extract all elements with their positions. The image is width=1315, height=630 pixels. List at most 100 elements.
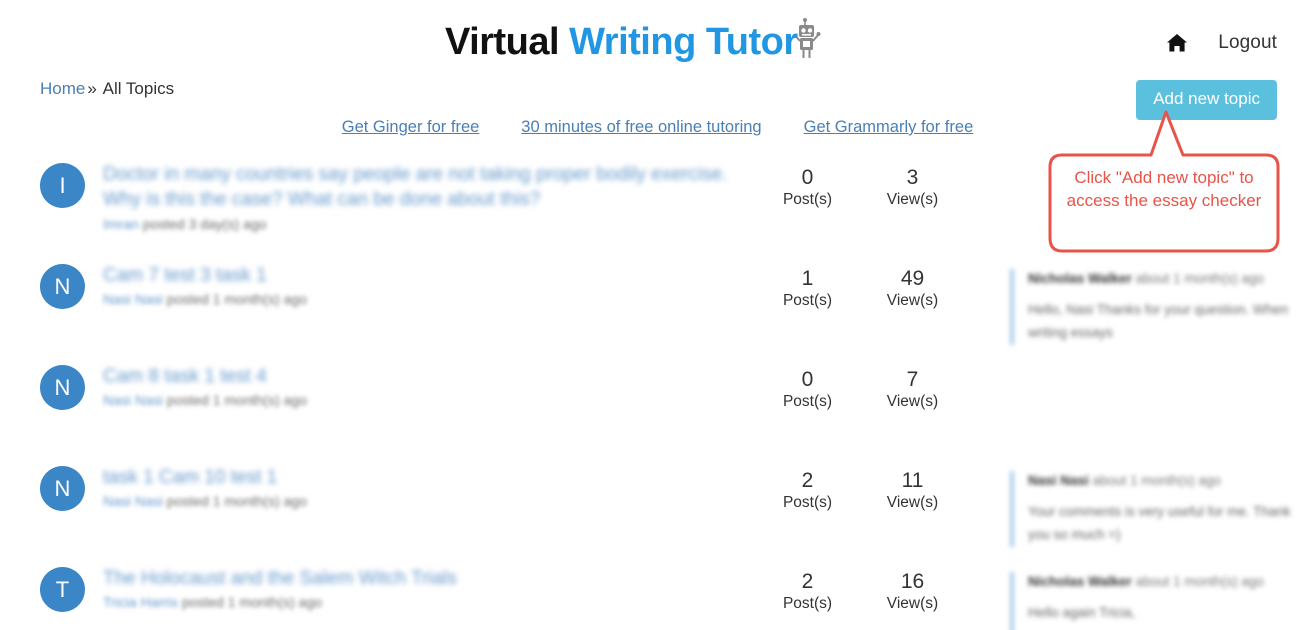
promo-link-ginger[interactable]: Get Ginger for free [342,118,480,137]
comment-head: Nicholas Walker about 1 month(s) ago [1028,269,1305,289]
promo-links-row: Get Ginger for free 30 minutes of free o… [0,118,1315,137]
comment-col: Nasi Nasi about 1 month(s) ago Your comm… [1010,453,1315,547]
post-count-col: 2 Post(s) [755,554,860,615]
view-count-value: 3 [906,166,919,189]
logout-link[interactable]: Logout [1218,32,1277,54]
topic-main: Cam 8 task 1 test 4 Nasi Nasi posted 1 m… [85,352,755,410]
post-count-label: Post(s) [782,191,833,209]
post-count-label: Post(s) [782,494,833,512]
comment-col: Nicholas Walker about 1 month(s) ago Hel… [1010,554,1315,630]
home-icon[interactable] [1166,33,1188,53]
comment-empty [1010,168,1305,169]
site-logo[interactable]: Virtual Writing Tutor [445,18,824,67]
breadcrumb: Home» All Topics [40,79,174,99]
topic-title-link[interactable]: Cam 7 test 3 task 1 [103,263,755,288]
comment-head: Nicholas Walker about 1 month(s) ago [1028,572,1305,592]
avatar: T [40,567,85,612]
view-count-label: View(s) [886,494,939,512]
promo-link-grammarly[interactable]: Get Grammarly for free [804,118,974,137]
comment-empty [1010,370,1305,371]
table-row[interactable]: N Cam 7 test 3 task 1 Nasi Nasi posted 1… [0,251,1315,352]
logo-text-writing-tutor: Writing Tutor [569,21,798,63]
post-count-col: 1 Post(s) [755,251,860,312]
breadcrumb-separator: » [87,79,97,98]
view-count-label: View(s) [886,292,939,310]
promo-link-tutoring[interactable]: 30 minutes of free online tutoring [521,118,761,137]
avatar: N [40,264,85,309]
view-count-col: 7 View(s) [860,352,965,413]
view-count-col: 16 View(s) [860,554,965,615]
post-count-label: Post(s) [782,393,833,411]
comment-preview[interactable]: Nicholas Walker about 1 month(s) ago Hel… [1010,269,1305,345]
comment-author: Nicholas Walker [1028,574,1132,589]
view-count-label: View(s) [886,393,939,411]
topic-title-link[interactable]: task 1 Cam 10 test 1 [103,465,755,490]
view-count-value: 7 [906,368,919,391]
topic-meta: Imran posted 3 day(s) ago [103,215,755,233]
post-count-label: Post(s) [782,595,833,613]
breadcrumb-current: All Topics [102,79,175,98]
topic-author[interactable]: Tricia Harris [103,594,178,610]
topic-author[interactable]: Imran [103,216,139,232]
topic-main: The Holocaust and the Salem Witch Trials… [85,554,755,612]
topic-posted-time: posted 3 day(s) ago [142,215,267,232]
view-count-value: 16 [900,570,925,593]
comment-preview[interactable]: Nasi Nasi about 1 month(s) ago Your comm… [1010,471,1305,547]
post-count-col: 2 Post(s) [755,453,860,514]
view-count-value: 49 [900,267,925,290]
table-row[interactable]: I Doctor in many countries say people ar… [0,150,1315,251]
topic-main: Doctor in many countries say people are … [85,150,755,233]
comment-col [1010,150,1315,169]
header-right-nav: Logout [1166,32,1277,54]
post-count-value: 0 [801,368,814,391]
add-new-topic-button[interactable]: Add new topic [1136,80,1277,120]
topic-main: Cam 7 test 3 task 1 Nasi Nasi posted 1 m… [85,251,755,309]
comment-body: Hello, Nasi Thanks for your question. Wh… [1028,302,1289,341]
comment-time: about 1 month(s) ago [1135,271,1264,286]
topic-author[interactable]: Nasi Nasi [103,493,163,509]
topic-author[interactable]: Nasi Nasi [103,392,163,408]
comment-author: Nasi Nasi [1028,473,1089,488]
topic-posted-time: posted 1 month(s) ago [166,493,307,510]
topic-title-link[interactable]: The Holocaust and the Salem Witch Trials [103,566,755,591]
breadcrumb-home-link[interactable]: Home [40,79,85,98]
avatar: I [40,163,85,208]
comment-preview[interactable]: Nicholas Walker about 1 month(s) ago Hel… [1010,572,1305,630]
topic-meta: Nasi Nasi posted 1 month(s) ago [103,290,755,308]
topic-meta: Nasi Nasi posted 1 month(s) ago [103,391,755,409]
page-root: Virtual Writing Tutor Logout Home » All … [0,0,1315,630]
topic-posted-time: posted 1 month(s) ago [166,291,307,308]
comment-time: about 1 month(s) ago [1135,574,1264,589]
robot-icon [795,18,824,67]
topic-meta: Nasi Nasi posted 1 month(s) ago [103,492,755,510]
comment-time: about 1 month(s) ago [1092,473,1221,488]
post-count-label: Post(s) [782,292,833,310]
comment-col [1010,352,1315,371]
view-count-col: 49 View(s) [860,251,965,312]
topic-meta: Tricia Harris posted 1 month(s) ago [103,593,755,611]
view-count-label: View(s) [886,595,939,613]
table-row[interactable]: N Cam 8 task 1 test 4 Nasi Nasi posted 1… [0,352,1315,453]
avatar: N [40,365,85,410]
site-header: Virtual Writing Tutor Logout [0,0,1315,72]
view-count-value: 11 [901,469,924,492]
topic-author[interactable]: Nasi Nasi [103,291,163,307]
post-count-value: 2 [801,469,814,492]
view-count-col: 3 View(s) [860,150,965,211]
post-count-value: 2 [801,570,814,593]
logo-text-virtual: Virtual [445,21,570,63]
post-count-col: 0 Post(s) [755,150,860,211]
post-count-value: 1 [801,267,814,290]
topic-main: task 1 Cam 10 test 1 Nasi Nasi posted 1 … [85,453,755,511]
topic-title-link[interactable]: Doctor in many countries say people are … [103,162,755,213]
topic-title-link[interactable]: Cam 8 task 1 test 4 [103,364,755,389]
comment-author: Nicholas Walker [1028,271,1132,286]
comment-body: Your comments is very useful for me. Tha… [1028,504,1291,543]
view-count-label: View(s) [886,191,939,209]
comment-body: Hello again Tricia, I have done an analy… [1028,605,1136,621]
table-row[interactable]: N task 1 Cam 10 test 1 Nasi Nasi posted … [0,453,1315,554]
post-count-value: 0 [801,166,814,189]
post-count-col: 0 Post(s) [755,352,860,413]
topic-posted-time: posted 1 month(s) ago [181,594,322,611]
table-row[interactable]: T The Holocaust and the Salem Witch Tria… [0,554,1315,630]
